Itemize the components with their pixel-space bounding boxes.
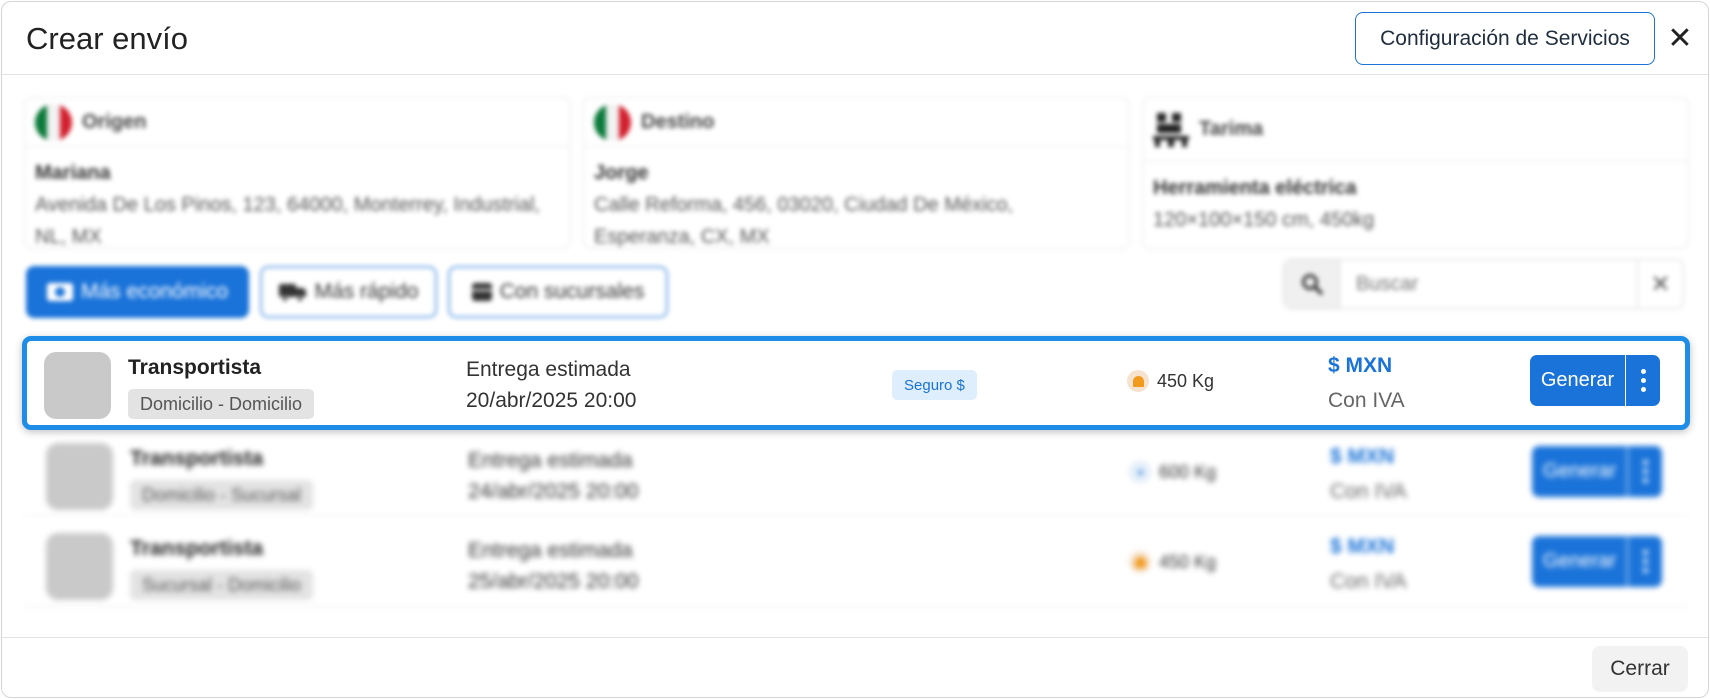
weight-info: 600 Kg <box>1129 461 1216 483</box>
eta-date: 25/abr/2025 20:00 <box>468 570 639 593</box>
carrier-logo <box>46 443 113 510</box>
more-options-icon[interactable] <box>1628 446 1662 497</box>
more-options-icon[interactable] <box>1628 536 1662 587</box>
service-config-button[interactable]: Configuración de Servicios <box>1355 12 1655 65</box>
weight-info: 450 Kg <box>1129 551 1216 573</box>
modal-title: Crear envío <box>26 21 188 56</box>
price: $ MXN <box>1330 445 1395 468</box>
destination-card: Destino Jorge Calle Reforma, 456, 03020,… <box>583 97 1130 249</box>
filter-branches[interactable]: Con sucursales <box>448 266 668 318</box>
search-icon <box>1284 260 1340 308</box>
eta-label: Entrega estimada <box>468 449 633 472</box>
destination-label: Destino <box>641 110 715 133</box>
tax-label: Con IVA <box>1330 570 1407 593</box>
clear-search-icon[interactable]: ✕ <box>1637 260 1683 308</box>
store-icon <box>471 283 492 301</box>
tax-label: Con IVA <box>1330 480 1407 503</box>
mexico-flag-icon <box>35 103 72 141</box>
weight-blue-icon <box>1129 461 1151 483</box>
mexico-flag-icon <box>594 103 631 141</box>
generate-button-group: Generar <box>1532 536 1662 587</box>
destination-address: Calle Reforma, 456, 03020, Ciudad De Méx… <box>594 194 1014 248</box>
package-name: Herramienta eléctrica <box>1153 177 1357 199</box>
modal-header: Crear envío Configuración de Servicios ✕ <box>2 2 1708 75</box>
truck-icon <box>278 282 307 302</box>
close-icon[interactable]: ✕ <box>1665 20 1695 56</box>
origin-card: Origen Mariana Avenida De Los Pinos, 123… <box>24 97 571 249</box>
route-badge: Domicilio - Domicilio <box>128 389 315 419</box>
carrier-logo <box>44 352 111 419</box>
filter-label: Con sucursales <box>499 280 645 303</box>
package-type-label: Tarima <box>1199 118 1264 140</box>
pallet-icon <box>1153 112 1189 147</box>
tax-label: Con IVA <box>1328 389 1405 412</box>
eta-date: 20/abr/2025 20:00 <box>466 389 637 412</box>
generate-button[interactable]: Generar <box>1532 446 1628 497</box>
generate-button[interactable]: Generar <box>1530 355 1626 406</box>
package-details: 120×100×150 cm, 450kg <box>1153 209 1375 231</box>
search-input[interactable] <box>1340 260 1637 308</box>
eta-date: 24/abr/2025 20:00 <box>468 480 639 503</box>
eta-label: Entrega estimada <box>466 358 631 381</box>
search-bar: ✕ <box>1283 259 1684 309</box>
rate-row[interactable]: Transportista Sucursal - Domicilio Entre… <box>24 517 1688 607</box>
origin-name: Mariana <box>35 162 111 184</box>
create-shipment-modal: Crear envío Configuración de Servicios ✕… <box>1 1 1709 698</box>
filter-label: Más económico <box>80 280 229 303</box>
price: $ MXN <box>1328 354 1393 377</box>
filter-fastest[interactable]: Más rápido <box>260 266 437 318</box>
weight-value: 450 Kg <box>1157 370 1215 391</box>
origin-label: Origen <box>82 110 147 133</box>
weight-orange-icon <box>1127 370 1149 392</box>
weight-value: 450 Kg <box>1159 551 1217 572</box>
destination-name: Jorge <box>594 162 649 184</box>
filter-label: Más rápido <box>314 280 419 303</box>
carrier-name: Transportista <box>130 447 264 470</box>
close-button[interactable]: Cerrar <box>1592 646 1688 692</box>
generate-button-group: Generar <box>1530 355 1660 406</box>
weight-info: 450 Kg <box>1127 370 1214 392</box>
eta-label: Entrega estimada <box>468 539 633 562</box>
carrier-logo <box>46 533 113 600</box>
weight-orange-icon <box>1129 551 1151 573</box>
filter-cheapest[interactable]: Más económico <box>26 266 249 318</box>
modal-footer: Cerrar <box>2 637 1708 697</box>
carrier-name: Transportista <box>130 537 264 560</box>
origin-address: Avenida De Los Pinos, 123, 64000, Monter… <box>35 194 541 248</box>
rate-row-selected[interactable]: Transportista Domicilio - Domicilio Entr… <box>22 336 1690 430</box>
money-icon <box>46 283 73 301</box>
generate-button[interactable]: Generar <box>1532 536 1628 587</box>
price: $ MXN <box>1330 535 1395 558</box>
more-options-icon[interactable] <box>1626 355 1660 406</box>
rate-row[interactable]: Transportista Domicilio - Sucursal Entre… <box>24 427 1688 517</box>
generate-button-group: Generar <box>1532 446 1662 497</box>
package-card: Tarima Herramienta eléctrica 120×100×150… <box>1142 97 1689 249</box>
insurance-badge: Seguro $ <box>892 370 977 400</box>
weight-value: 600 Kg <box>1159 461 1217 482</box>
route-badge: Domicilio - Sucursal <box>130 480 314 510</box>
carrier-name: Transportista <box>128 356 262 379</box>
route-badge: Sucursal - Domicilio <box>130 570 314 600</box>
